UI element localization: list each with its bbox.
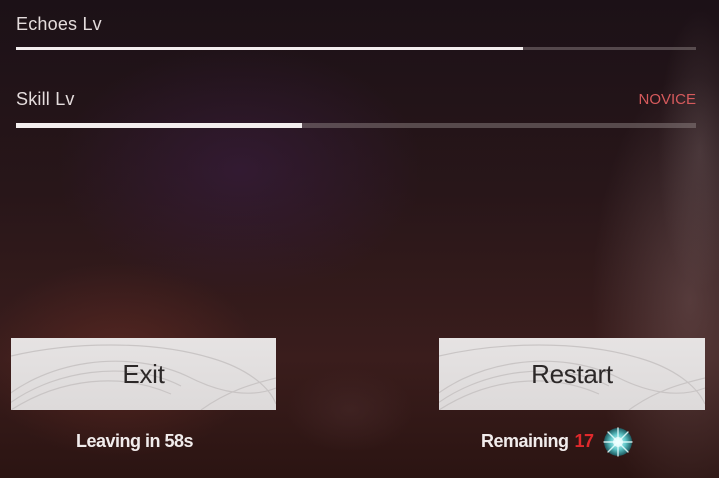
echoes-level-bar-fill (16, 47, 523, 50)
skill-level-bar (16, 123, 696, 128)
exit-button[interactable]: Exit (11, 338, 276, 410)
leaving-countdown: Leaving in 58s (76, 430, 194, 451)
restart-button[interactable]: Restart (439, 338, 705, 410)
skill-level-label: Skill Lv (16, 89, 75, 109)
skill-level-bar-fill (16, 123, 302, 128)
echoes-level-bar (16, 47, 696, 50)
remaining-count: 17 (574, 430, 595, 451)
echoes-level-label: Echoes Lv (16, 14, 102, 34)
skill-rank-badge: NOVICE (638, 91, 696, 108)
remaining-label: Remaining (481, 430, 569, 451)
restart-button-label: Restart (531, 358, 613, 389)
exit-button-label: Exit (122, 358, 165, 389)
crystal-gem-icon (600, 424, 636, 460)
remaining-counter: Remaining 17 (481, 427, 636, 457)
